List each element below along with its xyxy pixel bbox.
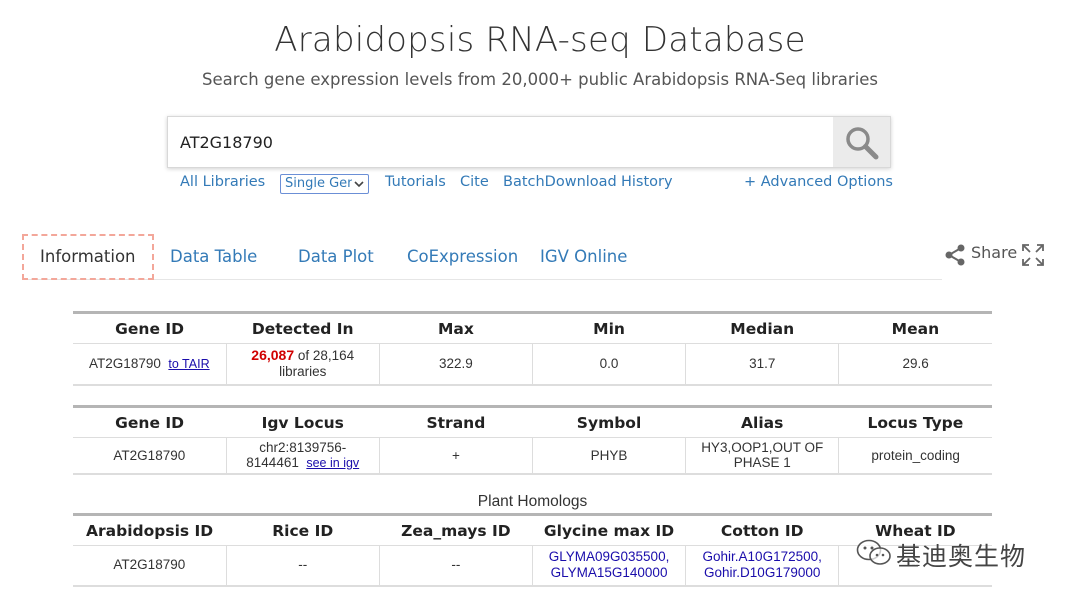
- result-tabs: Information Data Table Data Plot CoExpre…: [22, 234, 942, 280]
- batch-download-link[interactable]: BatchDownload: [503, 174, 617, 190]
- max-cell: 322.9: [378, 343, 533, 385]
- search-icon: [846, 127, 879, 160]
- rice-id-cell: --: [225, 545, 380, 586]
- column-header: Gene ID: [115, 413, 184, 432]
- page-title: Arabidopsis RNA-seq Database: [274, 20, 806, 60]
- tab-coexpression[interactable]: CoExpression: [407, 234, 518, 280]
- column-header: Arabidopsis ID: [86, 521, 214, 540]
- median-cell: 31.7: [685, 343, 839, 385]
- column-header: Min: [593, 319, 625, 338]
- chevron-down-icon: [352, 175, 366, 193]
- column-header: Strand: [426, 413, 486, 432]
- detected-in-cell: 26,087 of 28,164 libraries: [225, 343, 380, 385]
- cite-link[interactable]: Cite: [460, 174, 489, 190]
- table-row: AT2G18790 to TAIR 26,087 of 28,164 libra…: [73, 343, 992, 385]
- gene-locus-table: Gene ID Igv Locus Strand Symbol Alias Lo…: [73, 405, 992, 475]
- detected-unit: libraries: [279, 364, 327, 380]
- gene-id-cell: AT2G18790: [113, 447, 186, 463]
- column-header: Alias: [741, 413, 784, 432]
- column-header: Median: [730, 319, 795, 338]
- expand-icon: [1022, 244, 1044, 266]
- glycine-id-1[interactable]: GLYMA09G035500,: [549, 549, 670, 564]
- search-button[interactable]: [833, 117, 890, 167]
- all-libraries-link[interactable]: All Libraries: [180, 174, 265, 190]
- table-row: AT2G18790 chr2:8139756- 8144461 see in i…: [73, 437, 992, 474]
- locus-range: chr2:8139756-: [259, 439, 347, 455]
- tab-information[interactable]: Information: [22, 234, 154, 280]
- cotton-id-cell[interactable]: Gohir.A10G172500, Gohir.D10G179000: [685, 545, 839, 586]
- glycine-id-2[interactable]: GLYMA15G140000: [551, 565, 668, 580]
- cotton-id-2[interactable]: Gohir.D10G179000: [704, 565, 820, 580]
- alias-line-1: HY3,OOP1,OUT OF: [701, 440, 824, 456]
- column-header: Gene ID: [115, 319, 184, 338]
- table-row: AT2G18790 -- -- GLYMA09G035500, GLYMA15G…: [73, 545, 992, 586]
- locus-range-end: 8144461: [246, 454, 299, 470]
- tab-igv-online[interactable]: IGV Online: [540, 234, 627, 280]
- homologs-caption: Plant Homologs: [477, 493, 588, 510]
- detected-count: 26,087: [251, 347, 295, 364]
- page-subtitle: Search gene expression levels from 20,00…: [201, 70, 879, 89]
- column-header: Detected In: [251, 319, 354, 338]
- search-options-bar: All Libraries Tutorials Cite BatchDownlo…: [0, 174, 1080, 196]
- strand-cell: +: [378, 437, 533, 474]
- watermark-text: 基迪奥生物: [896, 542, 1027, 571]
- search-input[interactable]: [168, 117, 834, 167]
- tab-data-table[interactable]: Data Table: [170, 234, 257, 280]
- column-header: Cotton ID: [720, 521, 804, 540]
- symbol-cell: PHYB: [531, 437, 686, 474]
- share-icon: [945, 244, 965, 266]
- gene-mode-select[interactable]: Single Gene: [280, 174, 369, 194]
- column-header: Zea_mays ID: [401, 521, 511, 540]
- history-link[interactable]: History: [621, 174, 673, 190]
- igv-locus-cell: chr2:8139756- 8144461 see in igv: [225, 437, 380, 474]
- plant-homologs-table: Arabidopsis ID Rice ID Zea_mays ID Glyci…: [73, 513, 992, 587]
- alias-cell: HY3,OOP1,OUT OF PHASE 1: [685, 437, 839, 474]
- tair-link[interactable]: to TAIR: [168, 357, 209, 371]
- advanced-options-link[interactable]: + Advanced Options: [744, 174, 893, 190]
- wechat-icon: [856, 539, 891, 565]
- detected-total: of 28,164: [297, 348, 355, 364]
- expand-button[interactable]: [1022, 244, 1044, 270]
- see-in-igv-link[interactable]: see in igv: [306, 456, 359, 470]
- arabidopsis-id-cell: AT2G18790: [113, 557, 186, 573]
- tutorials-link[interactable]: Tutorials: [385, 174, 446, 190]
- locus-type-cell: protein_coding: [838, 437, 992, 474]
- gene-id-cell: AT2G18790 to TAIR: [73, 344, 226, 385]
- column-header: Glycine max ID: [543, 521, 675, 540]
- column-header: Rice ID: [272, 521, 334, 540]
- glycine-id-cell[interactable]: GLYMA09G035500, GLYMA15G140000: [531, 545, 686, 586]
- search-bar: [167, 116, 891, 168]
- column-header: Symbol: [576, 413, 642, 432]
- mean-cell: 29.6: [838, 343, 992, 385]
- tab-data-plot[interactable]: Data Plot: [298, 234, 374, 280]
- alias-line-2: PHASE 1: [733, 455, 791, 471]
- share-label: Share: [971, 243, 1018, 262]
- expression-summary-table: Gene ID Detected In Max Min Median Mean …: [73, 311, 992, 386]
- cotton-id-1[interactable]: Gohir.A10G172500,: [703, 549, 822, 564]
- gene-id-value: AT2G18790: [89, 355, 161, 371]
- column-header: Locus Type: [867, 413, 964, 432]
- column-header: Mean: [891, 319, 940, 338]
- min-cell: 0.0: [531, 343, 686, 385]
- column-header: Max: [437, 319, 474, 338]
- zea-mays-id-cell: --: [378, 545, 533, 586]
- column-header: Igv Locus: [261, 413, 344, 432]
